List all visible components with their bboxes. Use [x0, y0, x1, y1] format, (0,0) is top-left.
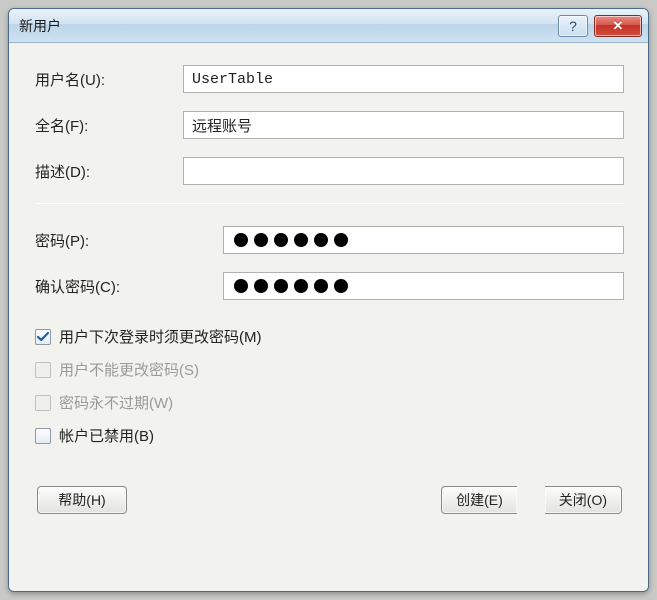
titlebar: 新用户 ? ✕ [9, 9, 648, 43]
dialog-button-bar: 帮助(H) 创建(E) 关闭(O) [35, 486, 624, 514]
description-label: 描述(D): [35, 161, 183, 182]
check-label: 密码永不过期(W) [59, 392, 173, 413]
confirm-password-mask [232, 279, 348, 293]
check-account-disabled[interactable]: 帐户已禁用(B) [35, 425, 624, 446]
close-window-button[interactable]: ✕ [594, 15, 642, 37]
separator [35, 203, 624, 204]
dialog-client-area: 用户名(U): UserTable 全名(F): 远程账号 描述(D): 密码(… [9, 43, 648, 591]
check-label: 用户下次登录时须更改密码(M) [59, 326, 262, 347]
close-button[interactable]: 关闭(O) [545, 486, 622, 514]
check-must-change-password[interactable]: 用户下次登录时须更改密码(M) [35, 326, 624, 347]
button-label: 创建(E) [456, 490, 503, 510]
help-icon: ? [569, 18, 577, 34]
fullname-value: 远程账号 [192, 115, 252, 136]
checkbox-icon [35, 428, 51, 444]
checkbox-icon [35, 395, 51, 411]
password-input[interactable] [223, 226, 624, 254]
row-confirm-password: 确认密码(C): [35, 272, 624, 300]
username-input[interactable]: UserTable [183, 65, 624, 93]
check-label: 帐户已禁用(B) [59, 425, 154, 446]
checkbox-icon [35, 329, 51, 345]
dialog-window: 新用户 ? ✕ 用户名(U): UserTable 全名(F): 远程账号 描述… [8, 8, 649, 592]
row-description: 描述(D): [35, 157, 624, 185]
check-cannot-change-password: 用户不能更改密码(S) [35, 359, 624, 380]
checkbox-icon [35, 362, 51, 378]
row-username: 用户名(U): UserTable [35, 65, 624, 93]
button-label: 关闭(O) [559, 490, 607, 510]
password-label: 密码(P): [35, 230, 223, 251]
help-button[interactable]: ? [558, 15, 588, 37]
checkbox-group: 用户下次登录时须更改密码(M) 用户不能更改密码(S) 密码永不过期(W) 帐户… [35, 326, 624, 446]
description-input[interactable] [183, 157, 624, 185]
caption-buttons: ? ✕ [558, 15, 642, 37]
confirm-password-input[interactable] [223, 272, 624, 300]
username-label: 用户名(U): [35, 69, 183, 90]
confirm-password-label: 确认密码(C): [35, 276, 223, 297]
window-title: 新用户 [19, 16, 61, 36]
fullname-label: 全名(F): [35, 115, 183, 136]
password-mask [232, 233, 348, 247]
username-value: UserTable [192, 71, 273, 88]
help-action-button[interactable]: 帮助(H) [37, 486, 127, 514]
create-button[interactable]: 创建(E) [441, 486, 517, 514]
button-label: 帮助(H) [58, 490, 105, 510]
row-password: 密码(P): [35, 226, 624, 254]
check-label: 用户不能更改密码(S) [59, 359, 199, 380]
row-fullname: 全名(F): 远程账号 [35, 111, 624, 139]
fullname-input[interactable]: 远程账号 [183, 111, 624, 139]
close-icon: ✕ [613, 18, 624, 34]
check-password-never-expires: 密码永不过期(W) [35, 392, 624, 413]
